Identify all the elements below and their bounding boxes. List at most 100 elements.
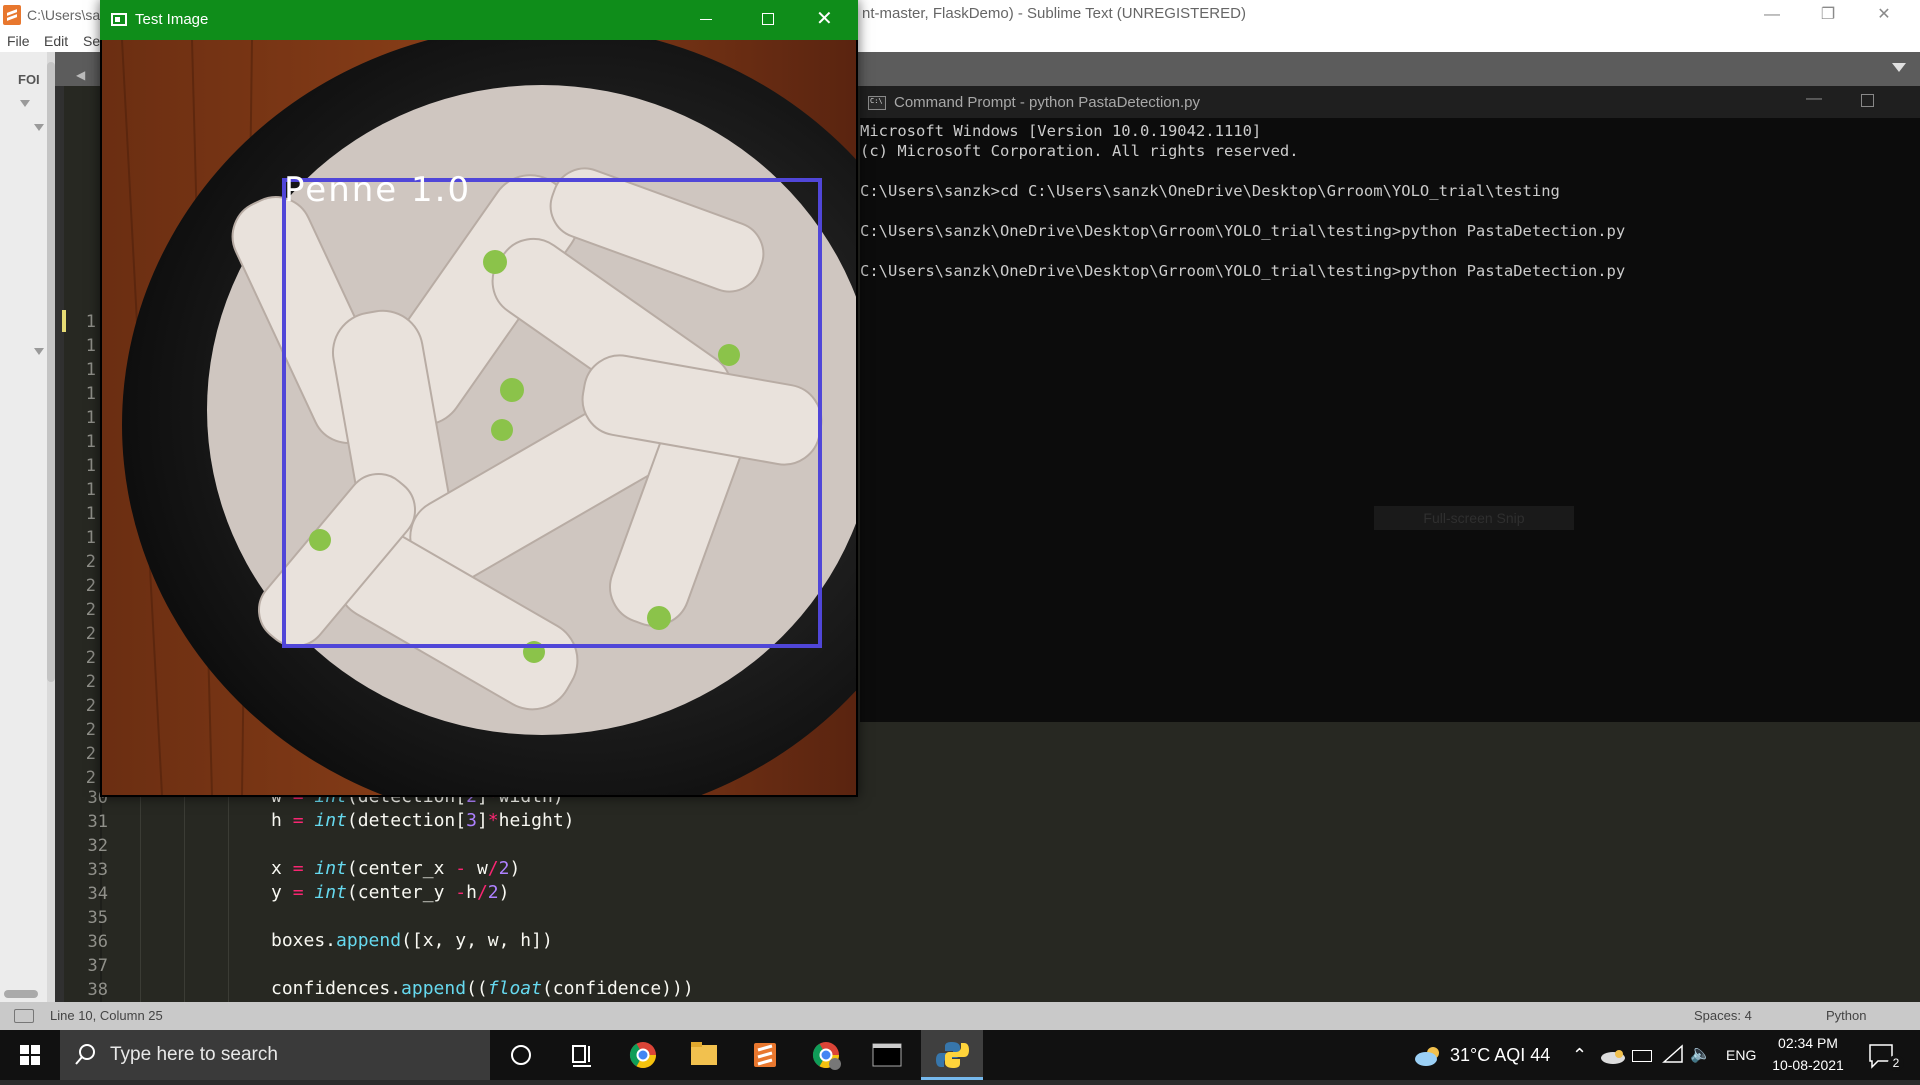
code-line: boxes.append([x, y, w, h]) (271, 930, 553, 951)
folder-expand-icon[interactable] (20, 100, 30, 107)
line-number: 37 (87, 956, 108, 976)
indent-guide (140, 786, 141, 1002)
sidebar-scroll-thumb[interactable] (47, 62, 55, 682)
test-image-window[interactable]: Test Image ✕ Penne 1.0 (100, 0, 858, 797)
line-number: 2 (85, 552, 96, 572)
line-number: 2 (85, 720, 96, 740)
test-image-titlebar[interactable]: Test Image ✕ (100, 0, 858, 40)
search-placeholder: Type here to search (110, 1044, 278, 1065)
taskbar-search-box[interactable]: Type here to search (60, 1030, 490, 1080)
line-number: 2 (85, 624, 96, 644)
window-icon (111, 13, 127, 26)
python-taskbar-icon[interactable] (921, 1030, 983, 1080)
menu-edit[interactable]: Edit (44, 33, 68, 49)
line-number: 1 (85, 432, 96, 452)
line-number: 32 (87, 836, 108, 856)
line-number: 33 (87, 860, 108, 880)
line-number: 1 (85, 384, 96, 404)
test-minimize-button[interactable] (700, 19, 712, 20)
command-prompt-taskbar-icon[interactable] (858, 1030, 916, 1080)
detection-image: Penne 1.0 (102, 40, 856, 795)
sublime-title-left: C:\Users\sa (27, 7, 101, 23)
cmd-output-line: C:\Users\sanzk>cd C:\Users\sanzk\OneDriv… (860, 182, 1560, 200)
menu-selection[interactable]: Se (83, 33, 100, 49)
cmd-maximize-button[interactable] (1861, 94, 1874, 107)
code-line: y = int(center_y -h/2) (271, 882, 510, 903)
restore-button[interactable]: ❐ (1800, 0, 1856, 30)
folder-expand-icon[interactable] (34, 124, 44, 131)
volume-icon[interactable]: 🔈 (1690, 1044, 1711, 1064)
clock-time[interactable]: 02:34 PM (1768, 1035, 1848, 1051)
cursor-position[interactable]: Line 10, Column 25 (50, 1008, 163, 1023)
cmd-minimize-button[interactable]: — (1806, 90, 1822, 108)
close-button[interactable]: ✕ (1856, 0, 1912, 30)
pasta-bowl-image (102, 40, 856, 795)
horizontal-scroll-thumb[interactable] (4, 990, 38, 998)
menu-file[interactable]: File (7, 33, 30, 49)
weather-text[interactable]: 31°C AQI 44 (1450, 1045, 1550, 1066)
snip-overlay-label: Full-screen Snip (1374, 506, 1574, 530)
line-number: 2 (85, 576, 96, 596)
cmd-app-icon (868, 96, 886, 110)
indent-guide (184, 786, 185, 1002)
detection-label: Penne 1.0 (284, 170, 472, 210)
line-number: 2 (85, 696, 96, 716)
line-number: 1 (85, 456, 96, 476)
cmd-output-line: (c) Microsoft Corporation. All rights re… (860, 142, 1299, 160)
line-number: 1 (85, 360, 96, 380)
panel-toggle-icon[interactable] (14, 1009, 34, 1023)
cmd-output-line: Microsoft Windows [Version 10.0.19042.11… (860, 122, 1262, 140)
notification-count: 2 (1888, 1055, 1904, 1071)
onedrive-icon[interactable] (1600, 1047, 1626, 1070)
test-maximize-button[interactable] (762, 13, 774, 25)
minimize-button[interactable]: — (1744, 0, 1800, 30)
code-line: confidences.append((float(confidence))) (271, 978, 694, 999)
sidebar: FOI (0, 52, 55, 1002)
windows-logo-icon (20, 1045, 40, 1065)
sublime-taskbar-icon[interactable] (736, 1030, 794, 1080)
line-number: 1 (85, 528, 96, 548)
start-button[interactable] (0, 1030, 60, 1080)
line-number: 2 (85, 600, 96, 620)
cmd-titlebar: Command Prompt - python PastaDetection.p… (860, 86, 1920, 118)
sidebar-scrollbar[interactable] (47, 52, 55, 1002)
code-line: h = int(detection[3]*height) (271, 810, 575, 831)
line-number: 1 (85, 504, 96, 524)
syntax-setting[interactable]: Python (1826, 1008, 1866, 1023)
line-number: 38 (87, 980, 108, 1000)
indent-guide (228, 786, 229, 1002)
tab-dropdown-icon[interactable] (1892, 63, 1906, 72)
sublime-app-icon (3, 5, 21, 25)
sublime-title: nt-master, FlaskDemo) - Sublime Text (UN… (862, 5, 1246, 22)
cmd-output-line: C:\Users\sanzk\OneDrive\Desktop\Grroom\Y… (860, 262, 1626, 280)
line-number: 2 (85, 672, 96, 692)
indentation-setting[interactable]: Spaces: 4 (1694, 1008, 1752, 1023)
tab-scroll-left-icon[interactable]: ◀ (76, 68, 85, 82)
clock-date[interactable]: 10-08-2021 (1768, 1057, 1848, 1073)
sidebar-folders-label: FOI (18, 72, 40, 87)
wifi-icon[interactable] (1662, 1044, 1684, 1069)
status-bar: Line 10, Column 25 Spaces: 4 Python (0, 1002, 1920, 1030)
chrome-icon[interactable] (614, 1030, 672, 1080)
line-number: 1 (85, 312, 96, 332)
line-number: 2 (85, 648, 96, 668)
line-number: 36 (87, 932, 108, 952)
notification-center-icon[interactable]: 2 (1868, 1043, 1904, 1074)
cortana-icon[interactable] (492, 1030, 550, 1080)
language-indicator[interactable]: ENG (1726, 1047, 1756, 1063)
line-number: 2 (85, 744, 96, 764)
show-hidden-icons[interactable]: ⌃ (1572, 1045, 1587, 1066)
file-explorer-icon[interactable] (675, 1030, 733, 1080)
battery-icon[interactable] (1632, 1050, 1652, 1062)
chrome-profile-icon[interactable] (797, 1030, 855, 1080)
line-number: 1 (85, 480, 96, 500)
cmd-output-line: C:\Users\sanzk\OneDrive\Desktop\Grroom\Y… (860, 222, 1626, 240)
search-icon (75, 1044, 95, 1065)
command-prompt-window[interactable]: Command Prompt - python PastaDetection.p… (860, 86, 1920, 722)
fold-marker-icon[interactable] (34, 348, 44, 355)
task-view-icon[interactable] (553, 1030, 611, 1080)
weather-icon[interactable] (1413, 1044, 1443, 1073)
code-line: x = int(center_x - w/2) (271, 858, 521, 879)
line-number: 31 (87, 812, 108, 832)
test-close-button[interactable]: ✕ (816, 6, 833, 31)
